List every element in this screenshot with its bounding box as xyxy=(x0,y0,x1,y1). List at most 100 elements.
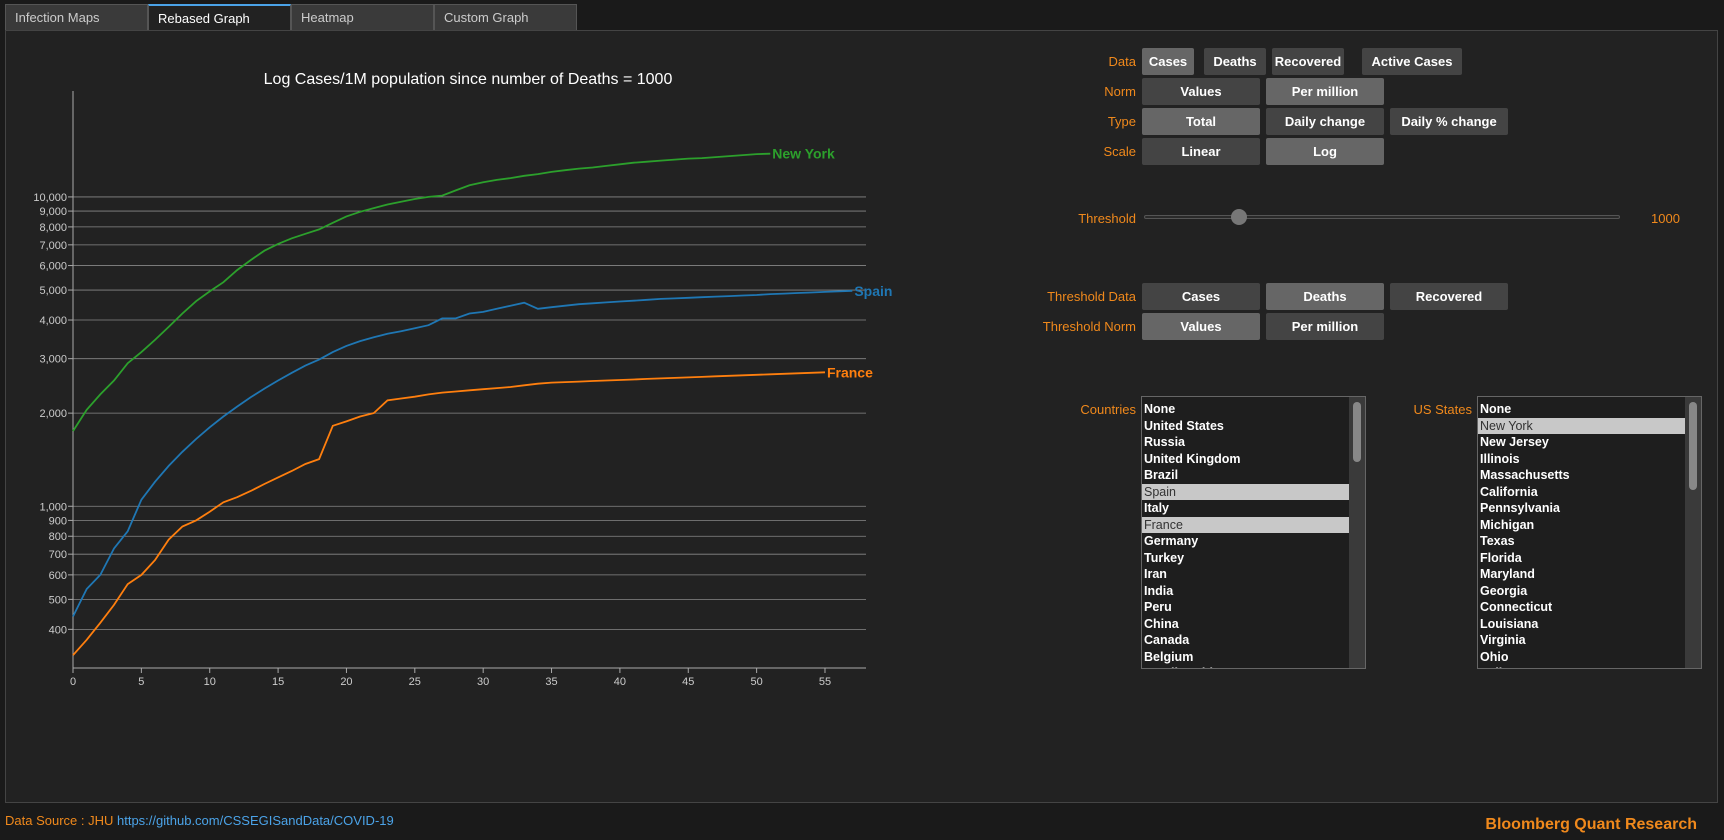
state-list-item[interactable]: Texas xyxy=(1478,533,1687,550)
state-list-item[interactable]: California xyxy=(1478,484,1687,501)
tab-bar: Infection Maps Rebased Graph Heatmap Cus… xyxy=(5,4,577,30)
threshold-data-cases-button[interactable]: Cases xyxy=(1142,283,1260,310)
data-active-cases-button[interactable]: Active Cases xyxy=(1362,48,1462,75)
threshold-norm-per-million-button[interactable]: Per million xyxy=(1266,313,1384,340)
threshold-data-deaths-button[interactable]: Deaths xyxy=(1266,283,1384,310)
country-list-item[interactable]: Iran xyxy=(1142,566,1351,583)
series-label-new-york: New York xyxy=(772,146,835,162)
state-list-item[interactable]: Maryland xyxy=(1478,566,1687,583)
x-tick-label: 20 xyxy=(340,676,352,688)
country-list-item[interactable]: Russia xyxy=(1142,434,1351,451)
x-tick-label: 55 xyxy=(819,676,831,688)
x-tick-label: 35 xyxy=(545,676,557,688)
data-label: Data xyxy=(1108,54,1136,69)
state-list-item[interactable]: None xyxy=(1478,401,1687,418)
type-daily-change-button[interactable]: Daily change xyxy=(1266,108,1384,135)
scale-label: Scale xyxy=(1103,144,1136,159)
country-list-item[interactable]: China xyxy=(1142,616,1351,633)
countries-label: Countries xyxy=(1080,402,1136,417)
country-list-item[interactable]: Belgium xyxy=(1142,649,1351,666)
state-list-item[interactable]: New Jersey xyxy=(1478,434,1687,451)
y-tick-label: 2,000 xyxy=(39,408,67,420)
series-label-france: France xyxy=(827,364,873,380)
country-list-item[interactable]: Turkey xyxy=(1142,550,1351,567)
tab-heatmap[interactable]: Heatmap xyxy=(291,4,434,30)
y-tick-label: 5,000 xyxy=(39,285,67,297)
data-source-link[interactable]: https://github.com/CSSEGISandData/COVID-… xyxy=(117,813,394,828)
threshold-slider-track[interactable] xyxy=(1144,215,1620,219)
state-list-item[interactable]: Indiana xyxy=(1478,665,1687,668)
y-tick-label: 3,000 xyxy=(39,354,67,366)
y-tick-label: 400 xyxy=(49,624,67,636)
country-list-item[interactable]: None xyxy=(1142,401,1351,418)
tab-infection-maps[interactable]: Infection Maps xyxy=(5,4,148,30)
country-list-item[interactable]: United States xyxy=(1142,418,1351,435)
threshold-slider-handle[interactable] xyxy=(1231,209,1248,225)
us-states-listbox[interactable]: None New York New Jersey Illinois Massachuse… xyxy=(1477,396,1702,669)
country-list-item[interactable]: Brazil xyxy=(1142,467,1351,484)
y-tick-label: 10,000 xyxy=(33,192,67,204)
x-tick-label: 5 xyxy=(138,676,144,688)
x-tick-label: 15 xyxy=(272,676,284,688)
threshold-data-recovered-button[interactable]: Recovered xyxy=(1390,283,1508,310)
state-list-item[interactable]: Georgia xyxy=(1478,583,1687,600)
x-tick-label: 50 xyxy=(750,676,762,688)
y-tick-label: 7,000 xyxy=(39,240,67,252)
state-list-item[interactable]: Michigan xyxy=(1478,517,1687,534)
x-tick-label: 40 xyxy=(614,676,626,688)
country-list-item[interactable]: United Kingdom xyxy=(1142,451,1351,468)
threshold-norm-values-button[interactable]: Values xyxy=(1142,313,1260,340)
us-states-items: None New York New Jersey Illinois Massachuse… xyxy=(1478,397,1687,668)
norm-values-button[interactable]: Values xyxy=(1142,78,1260,105)
country-list-item[interactable]: Spain xyxy=(1142,483,1351,500)
countries-scrollbar[interactable] xyxy=(1349,397,1365,668)
us-states-label: US States xyxy=(1413,402,1472,417)
country-list-item[interactable]: Canada xyxy=(1142,632,1351,649)
y-tick-label: 700 xyxy=(49,549,67,561)
footer: Data Source : JHU https://github.com/CSS… xyxy=(5,813,394,828)
series-label-spain: Spain xyxy=(854,283,892,299)
country-list-item[interactable]: Peru xyxy=(1142,599,1351,616)
country-list-item[interactable]: India xyxy=(1142,583,1351,600)
type-daily-pct-change-button[interactable]: Daily % change xyxy=(1390,108,1508,135)
state-list-item[interactable]: Louisiana xyxy=(1478,616,1687,633)
norm-per-million-button[interactable]: Per million xyxy=(1266,78,1384,105)
type-label: Type xyxy=(1107,114,1136,129)
country-list-item[interactable]: France xyxy=(1142,516,1351,533)
x-tick-label: 0 xyxy=(70,676,76,688)
threshold-norm-label: Threshold Norm xyxy=(1042,319,1136,334)
us-states-scroll-thumb[interactable] xyxy=(1689,402,1697,490)
state-list-item[interactable]: Virginia xyxy=(1478,632,1687,649)
state-list-item[interactable]: Florida xyxy=(1478,550,1687,567)
data-cases-button[interactable]: Cases xyxy=(1142,48,1194,75)
tab-rebased-graph[interactable]: Rebased Graph xyxy=(148,4,291,30)
x-tick-label: 10 xyxy=(204,676,216,688)
state-list-item[interactable]: Pennsylvania xyxy=(1478,500,1687,517)
type-total-button[interactable]: Total xyxy=(1142,108,1260,135)
country-list-item[interactable]: Saudi Arabia xyxy=(1142,665,1351,668)
threshold-label: Threshold xyxy=(1078,211,1136,226)
threshold-value: 1000 xyxy=(1651,211,1680,226)
state-list-item[interactable]: Illinois xyxy=(1478,451,1687,468)
country-list-item[interactable]: Italy xyxy=(1142,500,1351,517)
y-tick-label: 9,000 xyxy=(39,206,67,218)
threshold-data-label: Threshold Data xyxy=(1047,289,1136,304)
state-list-item[interactable]: Connecticut xyxy=(1478,599,1687,616)
scale-log-button[interactable]: Log xyxy=(1266,138,1384,165)
brand-text: Bloomberg Quant Research xyxy=(1485,816,1697,833)
tab-custom-graph[interactable]: Custom Graph xyxy=(434,4,577,30)
us-states-scrollbar[interactable] xyxy=(1685,397,1701,668)
y-tick-label: 6,000 xyxy=(39,261,67,273)
state-list-item[interactable]: Massachusetts xyxy=(1478,467,1687,484)
scale-linear-button[interactable]: Linear xyxy=(1142,138,1260,165)
state-list-item[interactable]: Ohio xyxy=(1478,649,1687,666)
data-deaths-button[interactable]: Deaths xyxy=(1204,48,1266,75)
rebased-chart: Log Cases/1M population since number of … xyxy=(33,71,892,688)
data-source-label: Data Source : JHU xyxy=(5,813,117,828)
data-recovered-button[interactable]: Recovered xyxy=(1272,48,1344,75)
country-list-item[interactable]: Germany xyxy=(1142,533,1351,550)
countries-listbox[interactable]: None United States Russia United Kingdom Bra… xyxy=(1141,396,1366,669)
y-tick-label: 500 xyxy=(49,594,67,606)
state-list-item[interactable]: New York xyxy=(1478,417,1687,434)
norm-label: Norm xyxy=(1104,84,1136,99)
